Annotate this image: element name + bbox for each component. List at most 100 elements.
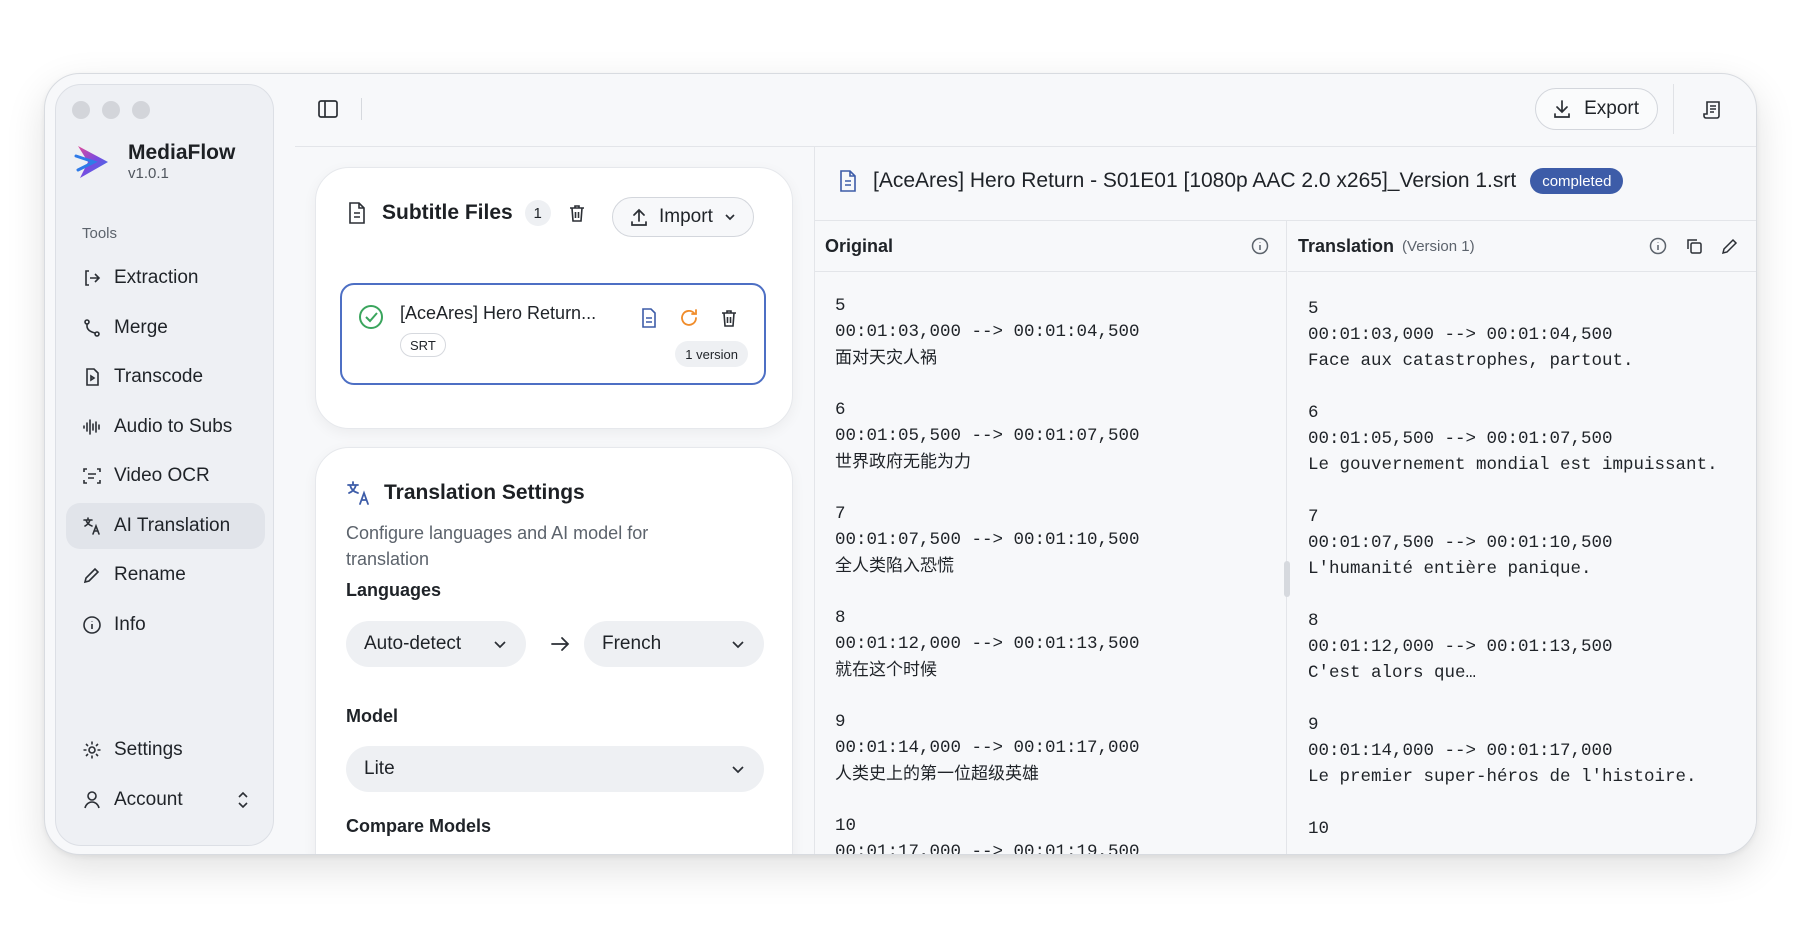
subtitle-text: Le premier super-héros de l'histoire. — [1308, 767, 1697, 787]
subtitle-index: 10 — [835, 816, 857, 836]
download-icon — [1554, 100, 1570, 118]
viewer-file-title: [AceAres] Hero Return - S01E01 [1080p AA… — [873, 169, 1517, 192]
subtitle-entry: 10 00:01:17,000 --> 00:01:19,500 — [835, 813, 1140, 854]
sidebar-bottom: Settings Account — [66, 727, 265, 826]
import-button[interactable]: Import — [612, 197, 754, 237]
subtitle-entry: 6 00:01:05,500 --> 00:01:07,500 Le gouve… — [1308, 400, 1718, 504]
sidebar-item-extraction[interactable]: Extraction — [66, 255, 265, 301]
subtitle-time: 00:01:07,500 --> 00:01:10,500 — [1308, 533, 1613, 553]
subtitle-entry: 5 00:01:03,000 --> 00:01:04,500 Face aux… — [1308, 296, 1718, 400]
transcode-icon — [86, 368, 99, 386]
target-language-select[interactable]: French — [584, 621, 764, 667]
subtitle-entry: 7 00:01:07,500 --> 00:01:10,500 L'humani… — [1308, 504, 1718, 608]
subtitle-time: 00:01:12,000 --> 00:01:13,500 — [1308, 637, 1613, 657]
subtitle-entry: 9 00:01:14,000 --> 00:01:17,000 人类史上的第一位… — [835, 709, 1140, 813]
gear-icon — [83, 741, 101, 759]
subtitle-time: 00:01:14,000 --> 00:01:17,000 — [1308, 741, 1613, 761]
chevron-down-icon — [732, 641, 744, 649]
model-label: Model — [346, 706, 398, 726]
viewer-header: [AceAres] Hero Return - S01E01 [1080p AA… — [837, 168, 1624, 194]
translation-pane[interactable]: Translation (Version 1) 5 00:01:03,000 -… — [1288, 221, 1756, 854]
import-label: Import — [659, 206, 713, 227]
export-label: Export — [1584, 98, 1639, 119]
translation-label: Translation — [1298, 235, 1395, 256]
export-button[interactable]: Export — [1535, 88, 1658, 130]
sidebar-item-account[interactable]: Account — [66, 777, 265, 823]
subtitle-text: 面对天灾人祸 — [835, 348, 937, 368]
info-icon — [83, 615, 101, 634]
sidebar-item-label: Rename — [114, 564, 186, 585]
translation-pane-header: Translation (Version 1) — [1288, 221, 1756, 272]
sidebar-item-label: Settings — [114, 739, 183, 760]
subtitle-text: C'est alors que… — [1308, 663, 1477, 683]
maximize-window-button[interactable] — [132, 101, 150, 119]
sidebar-item-label: Transcode — [114, 366, 204, 387]
files-title: Subtitle Files — [382, 201, 513, 224]
sidebar-item-label: Merge — [114, 316, 168, 338]
file-list-item[interactable]: [AceAres] Hero Return... SRT 1 version — [340, 283, 766, 385]
minimize-window-button[interactable] — [102, 101, 120, 119]
subtitle-index: 9 — [835, 712, 846, 732]
retry-icon[interactable] — [678, 307, 700, 329]
trash-icon[interactable] — [718, 307, 740, 329]
document-icon — [349, 202, 365, 224]
subtitle-index: 6 — [835, 400, 846, 420]
subtitle-time: 00:01:03,000 --> 00:01:04,500 — [1308, 325, 1613, 345]
sidebar: MediaFlow v1.0.1 Tools Extraction Merge … — [55, 84, 274, 846]
sidebar-item-ai-translation[interactable]: AI Translation — [66, 502, 265, 549]
extraction-icon — [85, 270, 101, 286]
info-icon[interactable] — [1250, 236, 1270, 256]
file-name: [AceAres] Hero Return... — [400, 303, 597, 323]
languages-label: Languages — [346, 580, 442, 600]
subtitle-time: 00:01:03,000 --> 00:01:04,500 — [835, 322, 1140, 342]
sidebar-item-label: Extraction — [114, 267, 199, 288]
subtitle-index: 7 — [1308, 507, 1319, 527]
copy-icon[interactable] — [1684, 236, 1704, 256]
model-value: Lite — [364, 758, 395, 779]
close-window-button[interactable] — [72, 101, 90, 119]
subtitle-text: 就在这个时候 — [835, 660, 937, 680]
subtitle-index: 7 — [835, 504, 846, 524]
source-language-select[interactable]: Auto-detect — [346, 621, 526, 667]
subtitle-entry: 9 00:01:14,000 --> 00:01:17,000 Le premi… — [1308, 712, 1718, 816]
translated-subtitles: 5 00:01:03,000 --> 00:01:04,500 Face aux… — [1308, 296, 1718, 854]
version-count-badge: 1 version — [675, 341, 748, 367]
sidebar-item-label: Account — [114, 788, 183, 810]
sidebar-toggle-icon[interactable] — [317, 98, 339, 120]
subtitle-time: 00:01:07,500 --> 00:01:10,500 — [835, 530, 1140, 550]
chevron-down-icon — [725, 214, 735, 221]
sidebar-item-merge[interactable]: Merge — [66, 305, 265, 351]
file-format-badge: SRT — [400, 333, 446, 357]
original-pane[interactable]: Original 5 00:01:03,000 --> 00:01:04,500… — [815, 221, 1290, 854]
trash-icon[interactable] — [567, 203, 587, 223]
sidebar-item-transcode[interactable]: Transcode — [66, 354, 265, 400]
sidebar-item-settings[interactable]: Settings — [66, 727, 265, 773]
sidebar-item-audio-to-subs[interactable]: Audio to Subs — [66, 404, 265, 450]
subtitle-index: 6 — [1308, 403, 1319, 423]
app-name: MediaFlow — [128, 141, 236, 164]
source-language-value: Auto-detect — [364, 633, 462, 654]
translation-pane-actions — [1648, 236, 1746, 256]
subtitle-index: 8 — [835, 608, 846, 628]
sidebar-item-video-ocr[interactable]: Video OCR — [66, 453, 265, 499]
subtitle-time: 00:01:12,000 --> 00:01:13,500 — [835, 634, 1140, 654]
original-label: Original — [825, 235, 894, 256]
edit-icon[interactable] — [1720, 236, 1740, 256]
info-icon[interactable] — [1648, 236, 1668, 256]
divider — [361, 98, 362, 120]
target-language-value: French — [602, 633, 662, 654]
translate-icon — [83, 516, 100, 535]
view-document-icon[interactable] — [638, 307, 660, 329]
tools-nav: Extraction Merge Transcode Audio to Subs… — [66, 255, 265, 651]
sidebar-item-label: AI Translation — [114, 514, 231, 536]
app-version: v1.0.1 — [128, 165, 169, 182]
subtitle-index: 10 — [1308, 819, 1330, 839]
sidebar-item-rename[interactable]: Rename — [66, 552, 265, 598]
arrow-right-icon — [551, 637, 570, 651]
scroll-text-icon[interactable] — [1702, 99, 1724, 121]
settings-header: Translation Settings — [346, 480, 585, 506]
sidebar-item-info[interactable]: Info — [66, 602, 265, 648]
model-select[interactable]: Lite — [346, 746, 764, 792]
subtitle-index: 8 — [1308, 611, 1319, 631]
user-icon — [84, 790, 100, 808]
